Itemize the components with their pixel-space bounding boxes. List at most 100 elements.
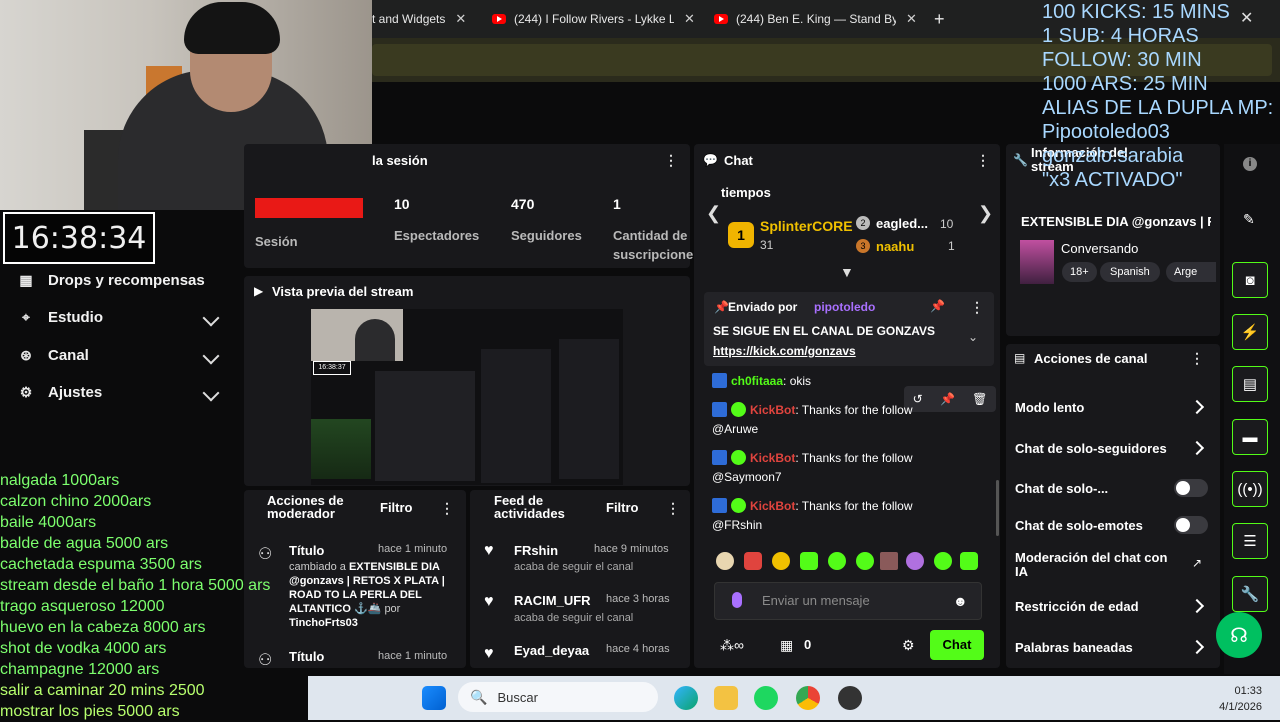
emote-icon[interactable] xyxy=(828,552,846,570)
more-options-icon[interactable]: ⋮ xyxy=(976,152,990,169)
browser-tab[interactable]: (244) I Follow Rivers - Lykke Li ( ✕ xyxy=(492,6,702,32)
close-icon[interactable]: ✕ xyxy=(455,11,466,27)
sidebar-item-canal[interactable]: ⊛ Canal xyxy=(18,347,89,364)
emote-icon[interactable] xyxy=(800,552,818,570)
sidebar-item-estudio[interactable]: ⌖ Estudio xyxy=(18,309,103,326)
emote-icon[interactable] xyxy=(772,552,790,570)
more-options-icon[interactable]: ⋮ xyxy=(970,299,984,316)
broadcast-button[interactable]: ((•)) xyxy=(1232,471,1268,507)
activity-user[interactable]: RACIM_UFR xyxy=(514,593,591,608)
sidebar-item-ajustes[interactable]: ⚙ Ajustes xyxy=(18,384,102,401)
chat-scrollbar[interactable] xyxy=(996,480,999,536)
support-chat-button[interactable]: ☊ xyxy=(1216,612,1262,658)
emote-icon[interactable] xyxy=(856,552,874,570)
chat-message[interactable]: KickBot: Thanks for the follow @Aruwe xyxy=(712,401,982,439)
infinity-icon[interactable]: ⁂∞ xyxy=(720,637,744,654)
camera-button[interactable]: ◙ xyxy=(1232,262,1268,298)
emotes-only-toggle[interactable] xyxy=(1174,516,1208,534)
chat-message[interactable]: ch0fitaaa: okis xyxy=(712,372,811,391)
chat-message[interactable]: KickBot: Thanks for the follow @FRshin xyxy=(712,497,982,535)
emote-icon[interactable] xyxy=(716,552,734,570)
kicks-icon[interactable] xyxy=(732,592,742,608)
emote-icon[interactable] xyxy=(744,552,762,570)
sidebar-item-drops[interactable]: ▦ Drops y recompensas xyxy=(18,272,204,289)
tag[interactable]: 18+ xyxy=(1062,262,1097,282)
chat-mention[interactable]: @Saymoon7 xyxy=(712,470,782,484)
wrench-icon: 🔧 xyxy=(1013,153,1028,167)
action-ai-moderation[interactable]: Moderación del chat con IA xyxy=(1015,551,1175,579)
emote-icon[interactable] xyxy=(960,552,978,570)
chevron-right-icon[interactable]: ❯ xyxy=(978,203,993,224)
browser-tab[interactable]: t and Widgets ✕ xyxy=(372,6,472,32)
activity-user[interactable]: FRshin xyxy=(514,543,558,558)
browser-tab[interactable]: (244) Ben E. King — Stand By M ✕ xyxy=(714,6,924,32)
stat-label: Espectadores xyxy=(394,228,480,243)
category-name[interactable]: Conversando xyxy=(1061,241,1138,256)
search-placeholder: Buscar xyxy=(497,689,538,705)
more-options-icon[interactable]: ⋮ xyxy=(664,152,678,169)
more-options-icon[interactable]: ⋮ xyxy=(1190,350,1204,367)
chat-user[interactable]: KickBot xyxy=(750,451,795,465)
layout-button[interactable]: ☰ xyxy=(1232,523,1268,559)
chat-mention[interactable]: @FRshin xyxy=(712,518,762,532)
emote-icon[interactable] xyxy=(934,552,952,570)
leaderboard-user[interactable]: naahu xyxy=(876,239,914,254)
subs-only-toggle[interactable] xyxy=(1174,479,1208,497)
tools-button[interactable]: 🔧 xyxy=(1232,576,1268,612)
stat-value: 10 xyxy=(394,196,410,212)
send-chat-button[interactable]: Chat xyxy=(930,630,984,660)
windows-start-icon[interactable] xyxy=(422,686,446,710)
edge-icon[interactable] xyxy=(674,686,698,710)
chevron-down-icon[interactable]: ⌄ xyxy=(968,330,978,344)
collapse-icon[interactable]: ▼ xyxy=(840,264,854,280)
chat-user[interactable]: KickBot xyxy=(750,403,795,417)
more-options-icon[interactable]: ⋮ xyxy=(440,500,454,517)
chat-user[interactable]: KickBot xyxy=(750,499,795,513)
app-icon[interactable] xyxy=(838,686,862,710)
stream-preview-video[interactable]: 16:38:37 xyxy=(311,309,623,485)
more-options-icon[interactable]: ⋮ xyxy=(666,500,680,517)
new-tab-button[interactable]: + xyxy=(934,6,945,32)
sliders-icon: ▤ xyxy=(1014,351,1026,365)
chat-button[interactable]: ▬ xyxy=(1232,419,1268,455)
bolt-button[interactable]: ⚡ xyxy=(1232,314,1268,350)
close-icon[interactable]: ✕ xyxy=(1240,8,1253,28)
action-banned-words[interactable]: Palabras baneadas xyxy=(1015,640,1133,655)
chat-mention[interactable]: @Aruwe xyxy=(712,422,758,436)
action-age-restriction[interactable]: Restricción de edad xyxy=(1015,599,1139,614)
gear-icon[interactable]: ⚙ xyxy=(902,637,915,654)
external-link-icon[interactable]: ↗ xyxy=(1192,556,1202,570)
tag[interactable]: Spanish xyxy=(1100,262,1160,282)
emoji-picker-icon[interactable]: ☻ xyxy=(953,593,968,609)
action-followers-only[interactable]: Chat de solo-seguidores xyxy=(1015,441,1167,456)
folder-icon[interactable] xyxy=(714,686,738,710)
filter-button[interactable]: Filtro xyxy=(606,500,639,515)
tag[interactable]: Arge xyxy=(1166,262,1216,282)
taskbar-clock[interactable]: 01:33 4/1/2026 xyxy=(1219,683,1262,715)
store-icon[interactable]: ▦ xyxy=(780,637,793,654)
activity-user[interactable]: Eyad_deyaa xyxy=(514,643,589,658)
pinned-user[interactable]: pipotoledo xyxy=(814,300,875,314)
pencil-icon[interactable]: ✎ xyxy=(1243,211,1255,228)
spotify-icon[interactable] xyxy=(754,686,778,710)
chevron-down-icon[interactable] xyxy=(202,384,220,402)
category-thumbnail[interactable] xyxy=(1020,240,1054,284)
chevron-left-icon[interactable]: ❮ xyxy=(706,203,721,224)
unpin-icon[interactable]: 📌 xyxy=(930,299,945,313)
chrome-icon[interactable] xyxy=(796,686,820,710)
close-icon[interactable]: ✕ xyxy=(684,11,695,27)
emote-icon[interactable] xyxy=(906,552,924,570)
chevron-down-icon[interactable] xyxy=(202,347,220,365)
chevron-down-icon[interactable] xyxy=(202,309,220,327)
action-slow-mode[interactable]: Modo lento xyxy=(1015,400,1084,415)
chat-user[interactable]: ch0fitaaa xyxy=(731,374,783,388)
emote-icon[interactable] xyxy=(880,552,898,570)
close-icon[interactable]: ✕ xyxy=(906,11,917,27)
taskbar-search[interactable]: 🔍 Buscar xyxy=(458,682,658,712)
filter-button[interactable]: Filtro xyxy=(380,500,413,515)
leaderboard-user[interactable]: SplinterCORE xyxy=(760,218,853,234)
notes-button[interactable]: ▤ xyxy=(1232,366,1268,402)
pinned-link[interactable]: https://kick.com/gonzavs xyxy=(713,344,856,358)
chat-message[interactable]: KickBot: Thanks for the follow @Saymoon7 xyxy=(712,449,982,487)
leaderboard-user[interactable]: eagled... xyxy=(876,216,928,231)
